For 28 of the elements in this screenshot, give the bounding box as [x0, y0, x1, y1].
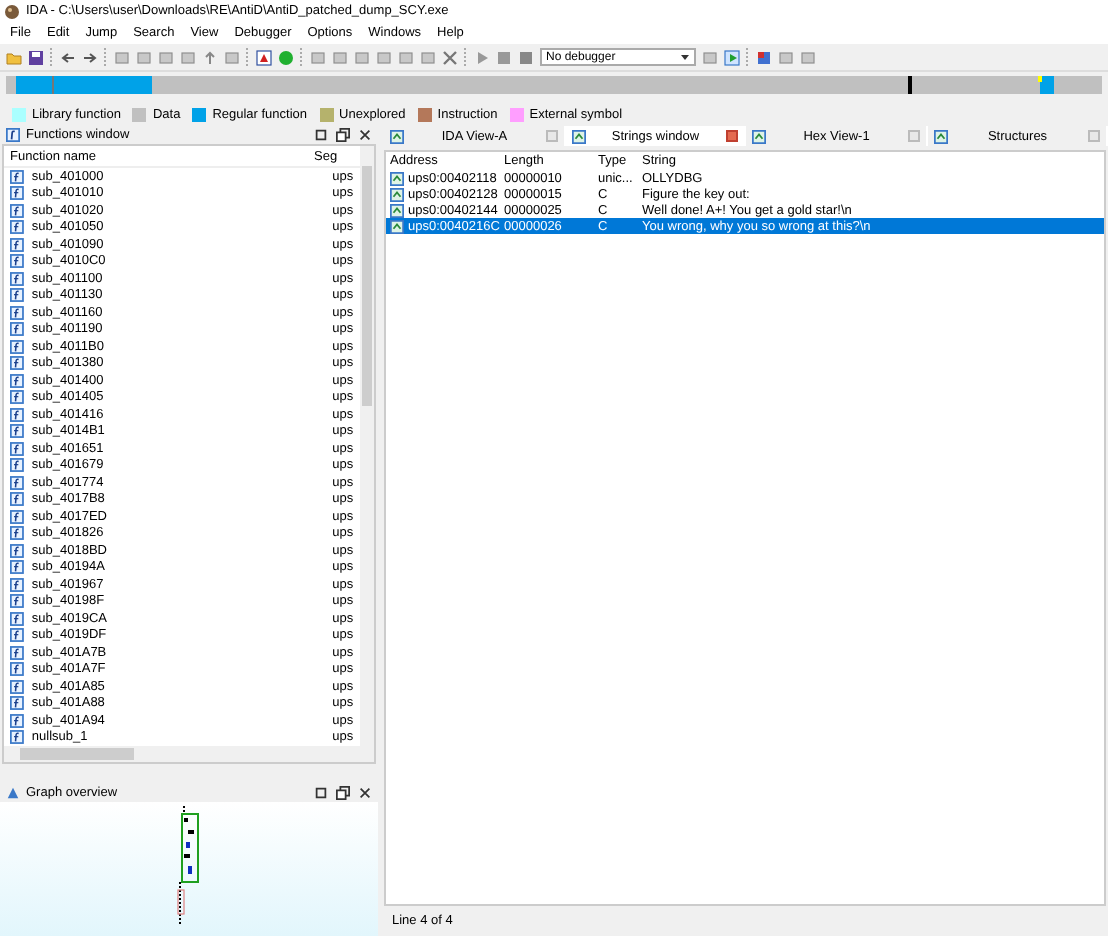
forward-arrow-icon[interactable] [82, 49, 98, 65]
string-icon [933, 129, 947, 143]
string-icon [571, 129, 585, 143]
string-icon [752, 129, 766, 143]
graph-drawing[interactable] [175, 806, 203, 930]
app-icon [4, 3, 20, 19]
vertical-scrollbar[interactable] [360, 146, 374, 746]
delete-icon[interactable] [442, 49, 458, 65]
close-icon[interactable] [358, 786, 372, 800]
up-arrow-icon[interactable] [202, 49, 218, 65]
back-arrow-icon[interactable] [60, 49, 76, 65]
string-icon [390, 129, 404, 143]
folder-icon[interactable] [6, 49, 22, 65]
run-icon[interactable] [724, 49, 740, 65]
chart-icon[interactable] [256, 49, 272, 65]
float-icon[interactable] [336, 127, 350, 141]
circle-icon[interactable] [278, 49, 294, 65]
caret-icon [680, 52, 690, 62]
horizontal-scrollbar[interactable] [4, 746, 374, 762]
close-icon[interactable] [358, 127, 372, 141]
stop-icon[interactable] [518, 49, 534, 65]
function-icon [6, 127, 20, 141]
maximize-icon[interactable] [314, 127, 328, 141]
navigation-band[interactable] [6, 75, 1102, 93]
float-icon[interactable] [336, 786, 350, 800]
play-icon[interactable] [474, 49, 490, 65]
save-icon[interactable] [28, 49, 44, 65]
maximize-icon[interactable] [314, 786, 328, 800]
